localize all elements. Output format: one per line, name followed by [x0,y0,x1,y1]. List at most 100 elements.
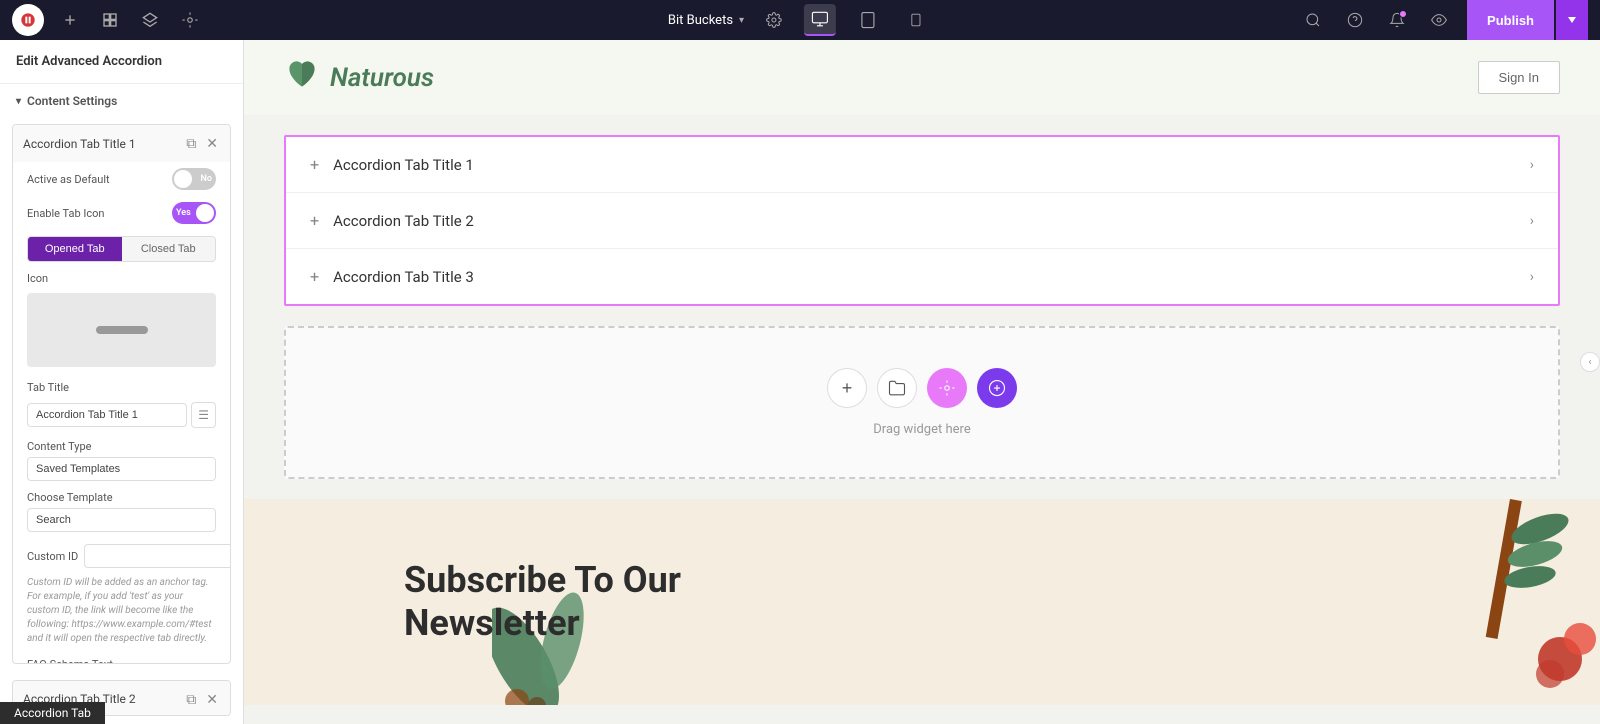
content-settings-toggle[interactable]: ▾ Content Settings [0,84,243,116]
faq-schema-label: FAQ Schema Text [27,658,216,664]
site-header: Naturous Sign In [244,40,1600,115]
elementor-logo-button[interactable] [12,4,44,36]
ai-icon[interactable] [176,6,204,34]
subscribe-text: Subscribe To Our Newsletter [404,559,681,645]
tab-card-2-copy-button[interactable]: ⧉ [184,689,198,710]
widget-drop-area: + Drag widget here [284,326,1560,479]
add-widget-button[interactable]: + [827,368,867,408]
decorative-right [1350,499,1600,705]
accordion-plus-icon-1: + [310,155,319,174]
ai2-widget-button[interactable] [977,368,1017,408]
layers-icon[interactable] [136,6,164,34]
subscribe-heading-line2: Newsletter [404,602,580,644]
custom-id-row: Custom ID [13,536,230,572]
canvas: Naturous Sign In + Accordion Tab Title 1… [244,40,1600,724]
main-layout: Edit Advanced Accordion ▾ Content Settin… [0,40,1600,724]
content-type-select[interactable]: Saved Templates [27,457,216,481]
accordion-item-1[interactable]: + Accordion Tab Title 1 › [286,137,1558,193]
custom-id-input[interactable] [84,544,231,568]
bottom-tab-label: Accordion Tab [14,706,91,720]
search-icon[interactable] [1299,6,1327,34]
active-default-toggle[interactable] [172,168,216,190]
accordion-item-2[interactable]: + Accordion Tab Title 2 › [286,193,1558,249]
tab-card-1-title: Accordion Tab Title 1 [23,137,136,151]
settings-icon[interactable] [760,6,788,34]
tab-card-2-close-button[interactable]: ✕ [204,689,220,710]
logo-text: Naturous [330,63,434,93]
topbar-center: Bit Buckets ▾ [668,4,932,36]
tab-switcher: Opened Tab Closed Tab [27,236,216,262]
tab-card-1: Accordion Tab Title 1 ⧉ ✕ Active as Defa… [12,124,231,664]
help-text: Custom ID will be added as an anchor tag… [13,572,230,654]
sidebar-collapse-arrow[interactable]: ‹ [1580,352,1600,372]
toggle-knob [174,170,192,188]
drag-widget-label: Drag widget here [873,422,970,437]
device-desktop-button[interactable] [804,4,836,36]
folder-widget-button[interactable] [877,368,917,408]
tab-card-2-actions: ⧉ ✕ [184,689,220,710]
accordion-item-3-left: + Accordion Tab Title 3 [310,267,474,286]
tab-card-1-close-button[interactable]: ✕ [204,133,220,154]
tab-title-action-button[interactable]: ☰ [191,402,216,428]
device-tablet-button[interactable] [852,4,884,36]
tab-card-1-header: Accordion Tab Title 1 ⧉ ✕ [13,125,230,162]
content-type-label: Content Type [27,440,216,453]
opened-tab-button[interactable]: Opened Tab [28,237,122,261]
topbar-right: Publish [1299,0,1588,40]
ai-widget-button[interactable] [927,368,967,408]
publish-split-button[interactable] [1556,0,1588,40]
active-default-label: Active as Default [27,173,110,186]
toggle-knob-2 [196,204,214,222]
site-logo: Naturous [284,56,434,99]
subscribe-heading-line1: Subscribe To Our [404,559,681,601]
sign-in-button[interactable]: Sign In [1478,61,1560,94]
accordion-chevron-icon-1: › [1530,157,1534,173]
device-mobile-button[interactable] [900,4,932,36]
accordion-widget: + Accordion Tab Title 1 › + Accordion Ta… [284,135,1560,306]
accordion-item-3[interactable]: + Accordion Tab Title 3 › [286,249,1558,304]
accordion-plus-icon-2: + [310,211,319,230]
herb-decoration [1350,499,1600,699]
tab-title-input[interactable] [27,403,187,427]
enable-icon-toggle[interactable] [172,202,216,224]
publish-button[interactable]: Publish [1467,0,1554,40]
notifications-icon[interactable] [1383,6,1411,34]
tab-card-1-copy-button[interactable]: ⧉ [184,133,198,154]
site-name-chevron-icon: ▾ [739,15,744,26]
choose-template-row: Choose Template Search [13,485,230,536]
tab-title-input-row: ☰ [27,402,216,428]
help-icon[interactable] [1341,6,1369,34]
accordion-item-1-left: + Accordion Tab Title 1 [310,155,474,174]
accordion-chevron-icon-2: › [1530,213,1534,229]
accordion-item-3-title: Accordion Tab Title 3 [333,268,474,286]
topbar-left [12,4,204,36]
active-default-row: Active as Default [13,162,230,196]
preview-icon[interactable] [1425,6,1453,34]
choose-template-select-row: Search [27,508,216,532]
subscribe-section: Subscribe To Our Newsletter [244,499,1600,705]
choose-template-label: Choose Template [27,491,216,504]
accordion-item-2-title: Accordion Tab Title 2 [333,212,474,230]
choose-template-select[interactable]: Search [27,508,216,532]
closed-tab-button[interactable]: Closed Tab [122,237,216,261]
add-widget-icon[interactable] [56,6,84,34]
accordion-item-2-left: + Accordion Tab Title 2 [310,211,474,230]
site-name-label: Bit Buckets [668,13,733,28]
subscribe-heading: Subscribe To Our Newsletter [404,559,681,645]
accordion-item-1-title: Accordion Tab Title 1 [333,156,474,174]
icon-dash-shape [96,326,148,334]
sidebar-header-label: Edit Advanced Accordion [16,54,162,69]
sidebar: Edit Advanced Accordion ▾ Content Settin… [0,40,244,724]
structure-icon[interactable] [96,6,124,34]
custom-id-label: Custom ID [27,550,78,563]
site-name[interactable]: Bit Buckets ▾ [668,13,744,28]
content-settings-chevron-icon: ▾ [16,96,21,107]
enable-icon-row: Enable Tab Icon [13,196,230,230]
sidebar-header: Edit Advanced Accordion [0,40,243,84]
bottom-tab-indicator: Accordion Tab [0,702,105,724]
content-type-row: Content Type Saved Templates [13,432,230,485]
tab-title-label: Tab Title [13,377,230,398]
icon-label: Icon [13,268,230,289]
content-settings-label: Content Settings [27,94,117,108]
content-type-select-row: Saved Templates [27,457,216,481]
